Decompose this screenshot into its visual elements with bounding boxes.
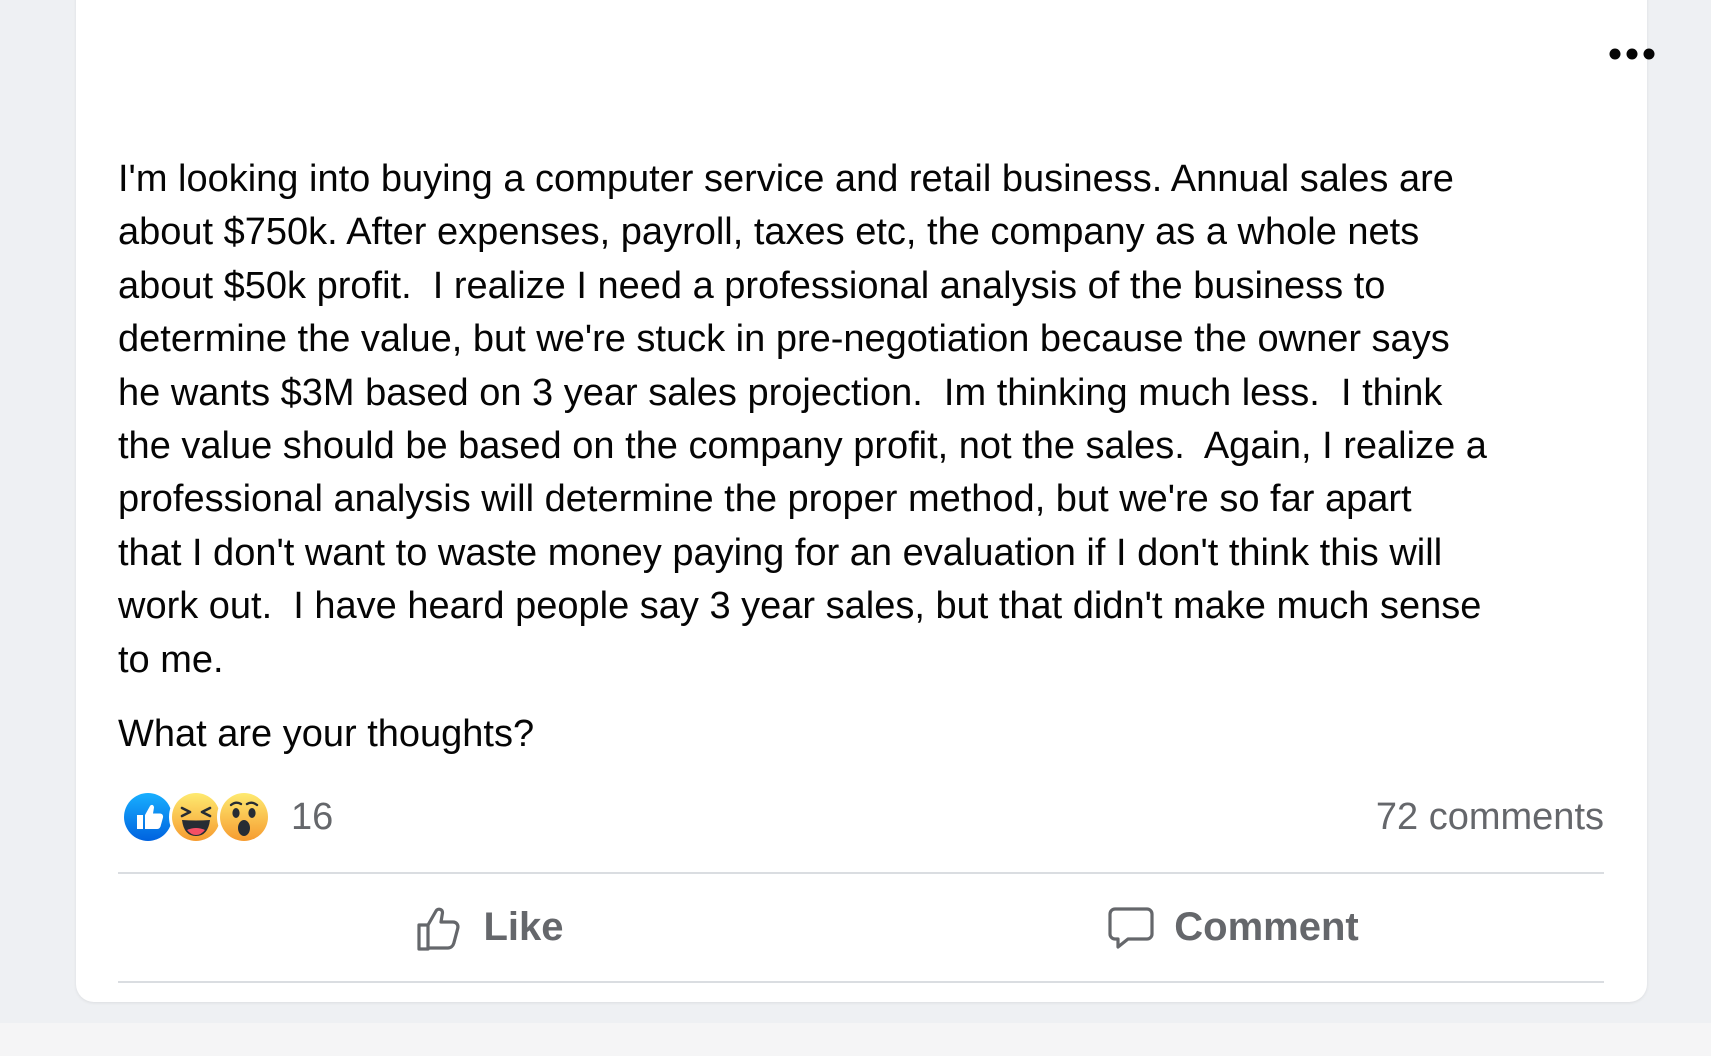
more-options-button[interactable] — [1598, 36, 1666, 72]
like-button-label: Like — [483, 905, 564, 949]
comment-button[interactable]: Comment — [861, 874, 1604, 981]
divider — [118, 981, 1604, 983]
reactions-summary[interactable]: 16 — [121, 790, 334, 844]
wow-reaction-icon — [217, 790, 271, 844]
comment-button-label: Comment — [1174, 905, 1359, 949]
post-question-text: What are your thoughts? — [118, 713, 535, 755]
page-footer-strip — [0, 1023, 1711, 1056]
comments-count-link[interactable]: 72 comments — [1376, 791, 1604, 843]
haha-reaction-icon — [169, 790, 223, 844]
comment-bubble-icon — [1108, 906, 1154, 949]
like-button[interactable]: Like — [118, 874, 861, 981]
post-action-bar: Like Comment — [118, 874, 1604, 981]
ellipsis-icon — [1609, 48, 1655, 60]
thumbs-up-icon — [417, 907, 461, 951]
like-reaction-icon — [121, 790, 175, 844]
reaction-count: 16 — [291, 795, 334, 838]
post-body-text: I'm looking into buying a computer servi… — [118, 158, 1487, 681]
